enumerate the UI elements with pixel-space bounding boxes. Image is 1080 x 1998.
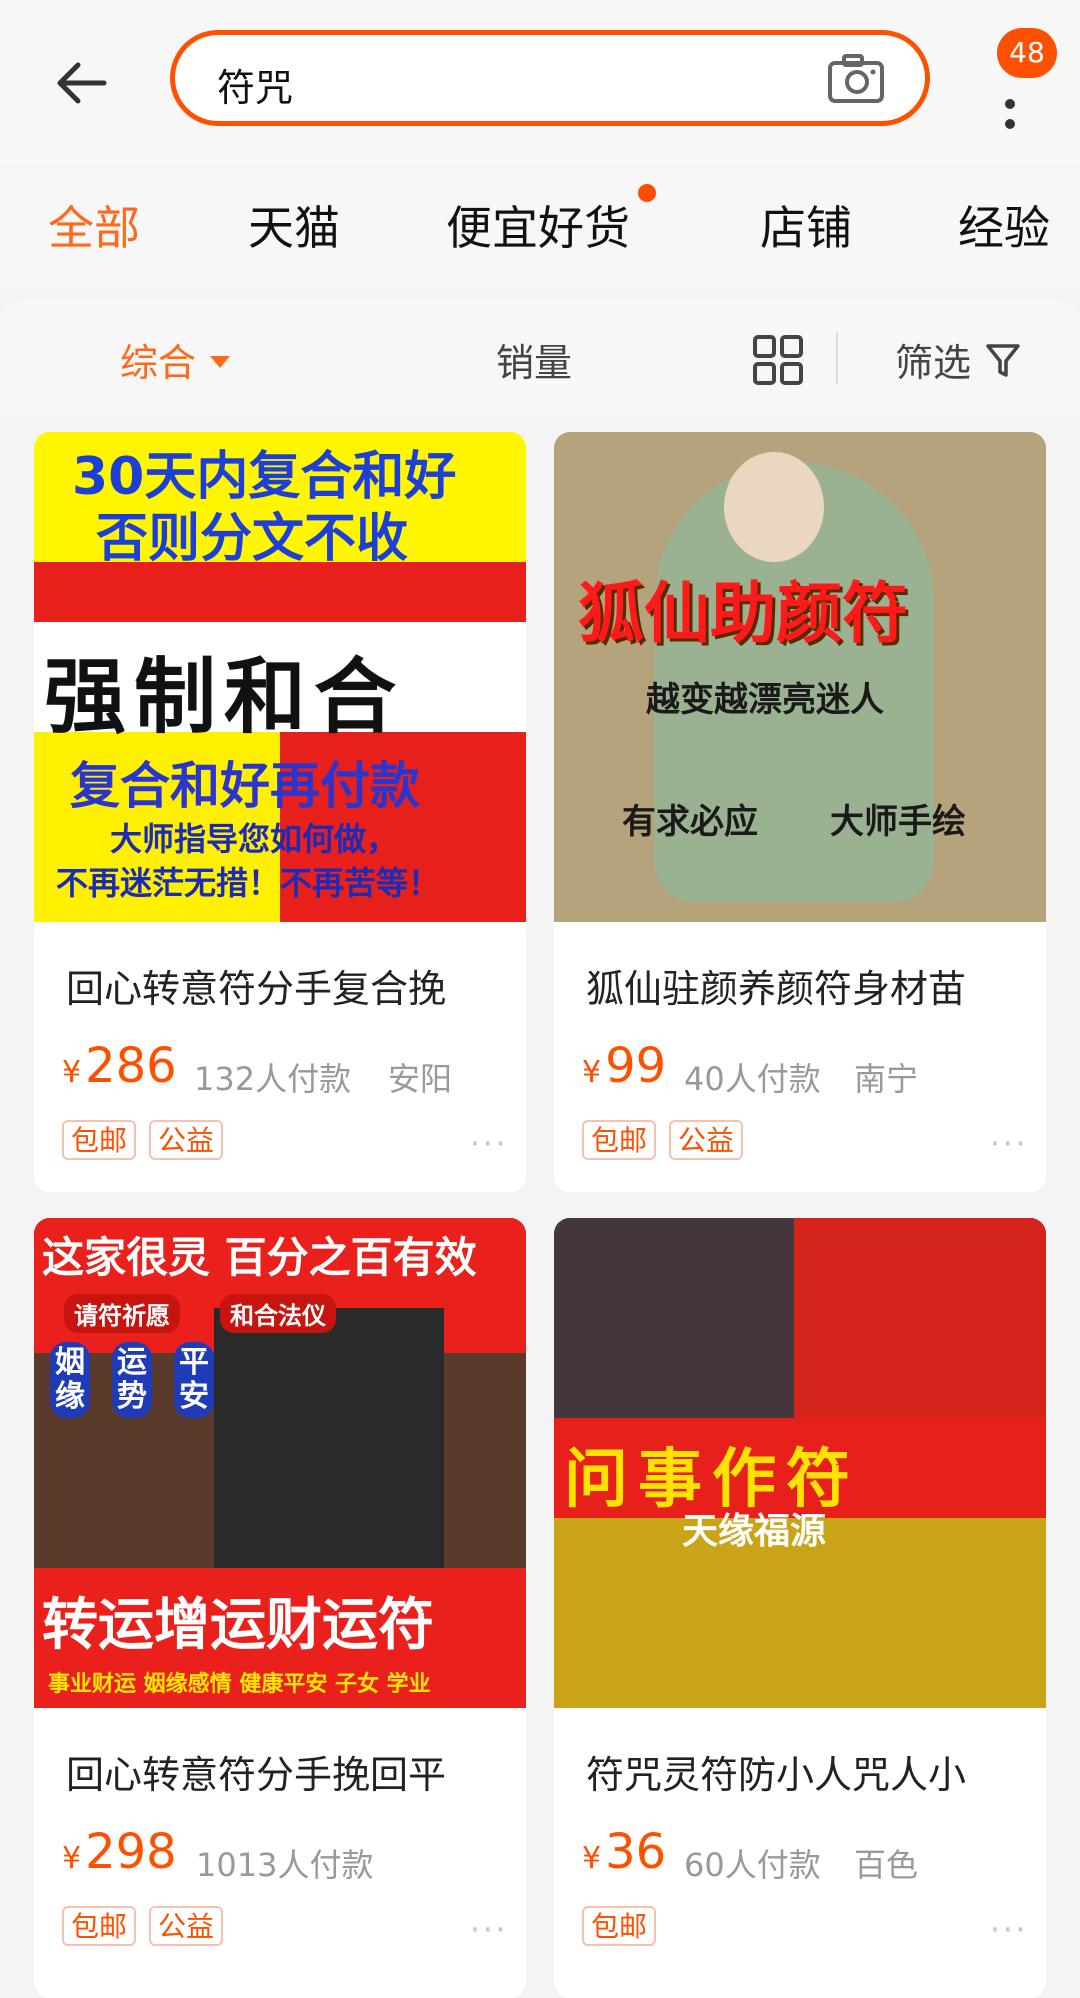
banner-line: 转运增运财运符 (42, 1593, 434, 1658)
product-title[interactable]: 符咒灵符防小人咒人小 (586, 1744, 966, 1799)
currency-symbol: ¥ (582, 1841, 602, 1876)
banner-line: 姻缘 (50, 1342, 90, 1418)
banner-line: 请符祈愿 (64, 1294, 180, 1333)
product-image[interactable]: 问事作符 天缘福源 (554, 1218, 1046, 1708)
tag-charity: 公益 (149, 1906, 224, 1946)
tag-charity: 公益 (149, 1120, 224, 1160)
more-dots-icon[interactable] (1002, 72, 1018, 136)
product-image[interactable]: 狐仙助颜符 越变越漂亮迷人 有求必应 大师手绘 (554, 432, 1046, 922)
tag-charity: 公益 (669, 1120, 744, 1160)
sort-comprehensive-label: 综合 (120, 341, 197, 385)
product-price: ¥99 (582, 1038, 666, 1094)
filter-funnel-icon[interactable] (985, 342, 1021, 378)
camera-icon[interactable] (827, 53, 885, 105)
more-menu[interactable]: 48 (975, 28, 1065, 148)
location: 南宁 (854, 1060, 919, 1098)
tag-free-shipping: 包邮 (62, 1906, 137, 1946)
banner-line: 平安 (174, 1342, 214, 1418)
banner-line: 大师指导您如何做， (110, 820, 399, 858)
sold-count: 132人付款 (194, 1060, 352, 1098)
product-card[interactable]: 狐仙助颜符 越变越漂亮迷人 有求必应 大师手绘 狐仙驻颜养颜符身材苗 ¥99 4… (554, 432, 1046, 1192)
tab-experience[interactable]: 经验 (958, 192, 1050, 258)
tab-all[interactable]: 全部 (48, 192, 140, 258)
banner-line: 天缘福源 (682, 1511, 827, 1552)
more-options-icon[interactable]: ··· (470, 1910, 508, 1950)
divider (836, 332, 838, 384)
price-value: 286 (85, 1038, 177, 1094)
search-box[interactable]: 符咒 (170, 30, 930, 126)
tag-free-shipping: 包邮 (582, 1906, 657, 1946)
currency-symbol: ¥ (62, 1841, 82, 1876)
banner-line: 狐仙助颜符 (578, 575, 908, 652)
price-value: 99 (605, 1038, 667, 1094)
banner-line: 大师手绘 (830, 802, 966, 842)
banner-line: 越变越漂亮迷人 (646, 680, 884, 720)
banner-line: 这家很灵 百分之百有效 (42, 1233, 477, 1282)
back-arrow-icon[interactable] (48, 48, 118, 118)
sold-count: 40人付款 (684, 1060, 821, 1098)
filter-button[interactable]: 筛选 (895, 332, 971, 387)
new-dot (638, 184, 656, 202)
currency-symbol: ¥ (62, 1055, 82, 1090)
grid-view-icon[interactable] (752, 334, 804, 386)
tab-shops[interactable]: 店铺 (760, 192, 852, 258)
search-query[interactable]: 符咒 (217, 57, 293, 112)
product-card[interactable]: 30天内复合和好 否则分文不收 强制和合 复合和好再付款 大师指导您如何做， 不… (34, 432, 526, 1192)
caret-down-icon (210, 355, 231, 368)
product-price: ¥36 (582, 1824, 666, 1880)
product-price: ¥298 (62, 1824, 177, 1880)
location: 安阳 (388, 1060, 453, 1098)
sort-sales[interactable]: 销量 (496, 332, 572, 387)
banner-line: 和合法仪 (220, 1294, 336, 1333)
tab-cheap-goods[interactable]: 便宜好货 (446, 192, 630, 258)
sort-comprehensive[interactable]: 综合 (120, 332, 231, 387)
tag-free-shipping: 包邮 (62, 1120, 137, 1160)
sort-bar: 综合 销量 筛选 (0, 300, 1080, 418)
banner-line: 有求必应 (622, 802, 758, 842)
tag-free-shipping: 包邮 (582, 1120, 657, 1160)
banner-line: 否则分文不收 (96, 509, 409, 569)
banner-line: 运势 (112, 1342, 152, 1418)
product-card[interactable]: 这家很灵 百分之百有效 请符祈愿 和合法仪 姻缘 运势 平安 转运增运财运符 事… (34, 1218, 526, 1998)
tab-tmall[interactable]: 天猫 (248, 192, 340, 258)
more-options-icon[interactable]: ··· (990, 1910, 1028, 1950)
product-title[interactable]: 狐仙驻颜养颜符身材苗 (586, 958, 966, 1013)
product-title[interactable]: 回心转意符分手挽回平 (66, 1744, 446, 1799)
more-options-icon[interactable]: ··· (990, 1124, 1028, 1164)
product-price: ¥286 (62, 1038, 177, 1094)
sold-count: 60人付款 (684, 1846, 821, 1884)
notification-badge: 48 (997, 28, 1057, 78)
price-value: 36 (605, 1824, 667, 1880)
location: 百色 (854, 1846, 919, 1884)
top-bar: 符咒 48 (0, 0, 1080, 165)
banner-line: 复合和好再付款 (70, 757, 420, 815)
sold-count: 1013人付款 (196, 1846, 374, 1884)
banner-line: 不再迷茫无措！不再苦等！ (56, 864, 441, 902)
banner-line: 强制和合 (44, 649, 405, 745)
product-image[interactable]: 这家很灵 百分之百有效 请符祈愿 和合法仪 姻缘 运势 平安 转运增运财运符 事… (34, 1218, 526, 1708)
product-title[interactable]: 回心转意符分手复合挽 (66, 958, 446, 1013)
category-tabs: 全部 天猫 便宜好货 店铺 经验 (0, 170, 1080, 290)
product-card[interactable]: 问事作符 天缘福源 符咒灵符防小人咒人小 ¥36 60人付款 百色 包邮 ··· (554, 1218, 1046, 1998)
banner-line: 事业财运 姻缘感情 健康平安 子女 学业 (48, 1672, 431, 1697)
product-image[interactable]: 30天内复合和好 否则分文不收 强制和合 复合和好再付款 大师指导您如何做， 不… (34, 432, 526, 922)
more-options-icon[interactable]: ··· (470, 1124, 508, 1164)
price-value: 298 (85, 1824, 177, 1880)
currency-symbol: ¥ (582, 1055, 602, 1090)
